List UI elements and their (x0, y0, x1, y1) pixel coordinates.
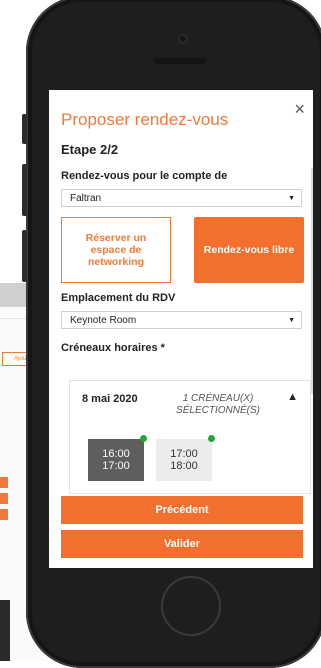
background-button[interactable] (0, 509, 8, 520)
time-slot-tile[interactable]: 17:00 18:00 (156, 435, 215, 481)
background-button[interactable] (0, 493, 8, 504)
location-label: Emplacement du RDV (61, 292, 176, 304)
available-dot-icon (140, 435, 147, 442)
propose-meeting-modal: × Proposer rendez-vous Etape 2/2 Rendez-… (49, 90, 313, 568)
slot-start: 17:00 (170, 448, 198, 460)
front-camera (178, 34, 188, 44)
time-slot-tile[interactable]: 16:00 17:00 (88, 435, 147, 481)
slot-start: 16:00 (102, 448, 130, 460)
location-select[interactable]: Keynote Room ▼ (61, 311, 302, 329)
modal-title: Proposer rendez-vous (61, 110, 229, 129)
volume-up-button (22, 164, 27, 216)
chevron-up-icon[interactable]: ▲ (287, 391, 298, 403)
slot-end: 18:00 (170, 460, 198, 472)
slot-day-panel: 8 mai 2020 1 CRÉNEAU(X) SÉLECTIONNÉ(S) ▲… (69, 380, 311, 494)
volume-down-button (22, 230, 27, 282)
home-button[interactable] (161, 576, 221, 636)
time-slots-label: Créneaux horaires * (61, 342, 165, 354)
account-select[interactable]: Faltran ▼ (61, 189, 302, 207)
caret-down-icon: ▼ (288, 195, 295, 202)
slot-date: 8 mai 2020 (82, 393, 138, 405)
earpiece-speaker (154, 58, 206, 64)
background-image (0, 600, 10, 661)
networking-space-option[interactable]: Réserver un espace de networking (61, 217, 171, 283)
previous-button[interactable]: Précédent (61, 496, 303, 524)
account-select-value: Faltran (70, 193, 102, 204)
available-dot-icon (208, 435, 215, 442)
close-icon[interactable]: × (294, 100, 305, 118)
caret-down-icon: ▼ (288, 317, 295, 324)
slot-end: 17:00 (102, 460, 130, 472)
background-button[interactable] (0, 477, 8, 488)
step-indicator: Etape 2/2 (61, 142, 119, 157)
mute-switch (22, 114, 27, 144)
modal-scrollbar[interactable] (311, 168, 313, 394)
selected-slots-count: 1 CRÉNEAU(X) SÉLECTIONNÉ(S) (176, 393, 260, 416)
submit-button[interactable]: Valider (61, 530, 303, 558)
location-select-value: Keynote Room (70, 315, 137, 326)
account-label: Rendez-vous pour le compte de (61, 170, 228, 182)
free-meeting-option[interactable]: Rendez-vous libre (194, 217, 304, 283)
